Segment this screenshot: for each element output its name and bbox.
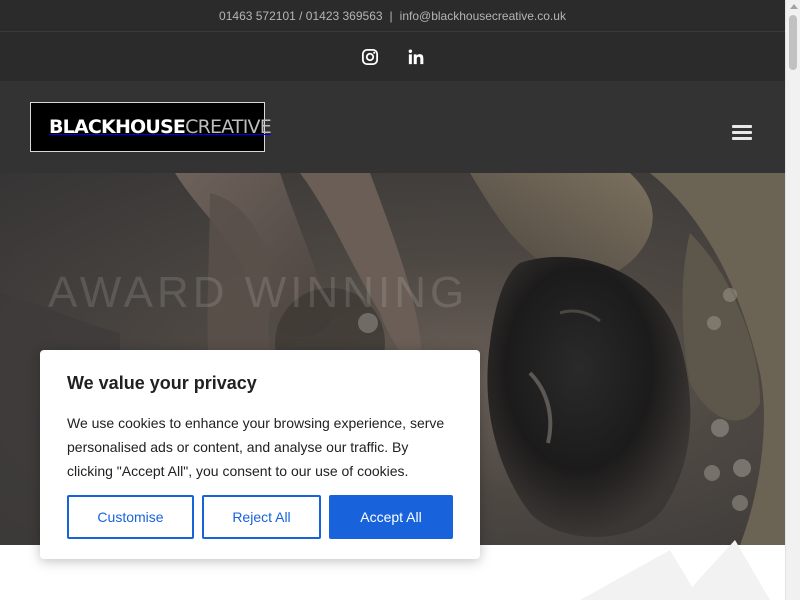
reject-all-button[interactable]: Reject All [202, 495, 321, 539]
topbar-separator: | [389, 8, 393, 23]
accept-all-button[interactable]: Accept All [329, 495, 453, 539]
social-bar [0, 32, 785, 81]
hamburger-menu-icon[interactable] [732, 125, 752, 141]
phone-numbers: 01463 572101 / 01423 369563 [219, 8, 383, 23]
site-logo[interactable]: BLACKHOUSECREATIVE [30, 102, 272, 152]
logo-wordmark: BLACKHOUSECREATIVE [49, 116, 272, 138]
scroll-up-arrow-icon[interactable] [790, 4, 798, 9]
linkedin-icon[interactable] [407, 48, 425, 66]
cookie-description: We use cookies to enhance your browsing … [67, 415, 445, 479]
cookie-consent-banner: We value your privacy We use cookies to … [40, 350, 480, 559]
decorative-shape [560, 530, 785, 600]
page: 01463 572101 / 01423 369563 | info@black… [0, 0, 800, 600]
logo-light-text: CREATIVE [185, 116, 272, 138]
email-link[interactable]: info@blackhousecreative.co.uk [400, 9, 566, 23]
logo-bold-text: BLACKHOUSE [49, 116, 186, 138]
scroll-thumb[interactable] [789, 15, 797, 70]
hero-heading: AWARD WINNING [48, 268, 469, 317]
customise-button[interactable]: Customise [67, 495, 194, 539]
cookie-title: We value your privacy [67, 373, 257, 393]
contact-topbar: 01463 572101 / 01423 369563 | info@black… [0, 0, 785, 32]
page-scrollbar[interactable] [785, 0, 800, 600]
cookie-button-row: Customise Reject All Accept All [67, 495, 453, 539]
site-header: BLACKHOUSECREATIVE [0, 81, 785, 173]
instagram-icon[interactable] [361, 48, 379, 66]
